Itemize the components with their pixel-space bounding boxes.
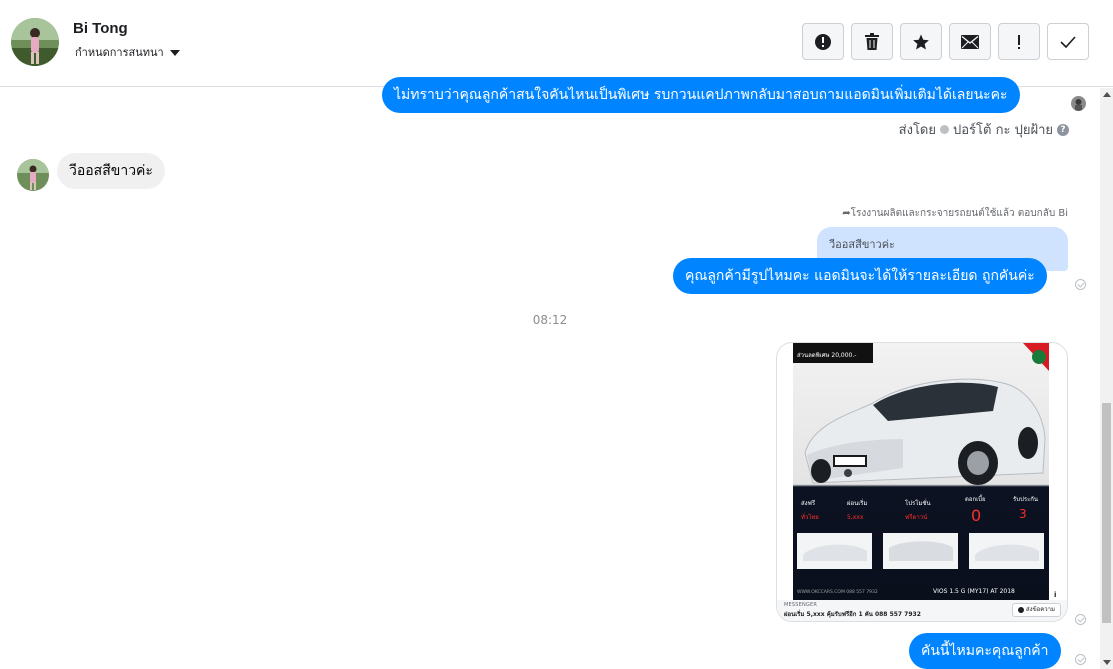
help-icon[interactable]: ? — [1057, 123, 1069, 136]
svg-text:ผ่อนเริ่ม: ผ่อนเริ่ม — [847, 499, 867, 507]
messenger-icon — [1017, 606, 1024, 613]
svg-text:โปรโมชั่น: โปรโมชั่น — [905, 499, 931, 507]
seen-avatar — [1071, 96, 1086, 111]
ad-info-icon[interactable]: i — [1054, 591, 1062, 599]
incoming-message[interactable]: วีออสสีขาวค่ะ — [57, 153, 165, 189]
scrollbar-thumb[interactable] — [1102, 403, 1111, 623]
scroll-down-icon[interactable] — [1103, 660, 1111, 665]
ad-price-tag: ส่วนลดพิเศษ 20,000.- — [797, 352, 856, 359]
delivered-icon — [1075, 654, 1086, 665]
reply-note: ➦โรงงานผลิตและกระจายรถยนต์ใช้แล้ว ตอบกลั… — [842, 208, 1068, 219]
shared-ad-card[interactable]: ส่วนลดพิเศษ 20,000.- ส่งฟรีทั่วไทย ผ่อนเ… — [776, 342, 1068, 622]
timestamp: 08:12 — [532, 313, 568, 327]
outgoing-message[interactable]: ไม่ทราบว่าคุณลูกค้าสนใจคันไหนเป็นพิเศษ ร… — [382, 77, 1020, 113]
sent-by-info: ส่งโดย ปอร์โต้ กะ ปุยฝ้าย ? — [899, 119, 1069, 140]
assign-label: กำหนดการสนทนา — [75, 46, 164, 59]
svg-text:5,xxx: 5,xxx — [847, 514, 864, 521]
svg-text:ส่งฟรี: ส่งฟรี — [801, 499, 816, 507]
contact-avatar[interactable] — [11, 18, 59, 66]
spam-button[interactable] — [802, 23, 844, 60]
envelope-icon — [961, 34, 979, 49]
sent-by-label: ส่งโดย — [898, 123, 936, 138]
outgoing-message[interactable]: คุณลูกค้ามีรูปไหมคะ แอดมินจะได้ให้รายละเ… — [673, 258, 1047, 294]
contact-avatar-small[interactable] — [17, 159, 49, 191]
alert-circle-icon — [815, 33, 831, 50]
verified-icon — [940, 125, 949, 134]
conversation-toolbar — [802, 23, 1089, 60]
sent-by-name[interactable]: ปอร์โต้ กะ ปุยฝ้าย — [953, 119, 1053, 140]
ad-model: VIOS 1.5 G (MY17) AT 2018 — [933, 588, 1015, 595]
contact-name[interactable]: Bi Tong — [73, 20, 128, 37]
car-ad-image: ส่วนลดพิเศษ 20,000.- ส่งฟรีทั่วไทย ผ่อนเ… — [793, 343, 1049, 600]
trash-icon — [865, 32, 879, 50]
outgoing-message[interactable]: คันนี้ไหมคะคุณลูกค้า — [909, 633, 1061, 669]
ad-footer: WWW.OKCCARS.COM 088 557 7932 — [797, 589, 878, 595]
svg-text:0: 0 — [971, 506, 981, 525]
message-scrollbar[interactable] — [1100, 88, 1113, 669]
star-button[interactable] — [900, 23, 942, 60]
exclamation-icon — [1018, 34, 1020, 49]
card-footer: MESSENGER ผ่อนเริ่ม 5,xxx คุ้มรับฟรีอีก … — [777, 600, 1067, 621]
mark-done-button[interactable] — [1047, 23, 1089, 60]
scroll-up-icon[interactable] — [1103, 92, 1111, 97]
svg-text:ทั่วไทย: ทั่วไทย — [801, 513, 819, 521]
delivered-icon — [1075, 279, 1086, 290]
reply-arrow-icon: ➦ — [842, 208, 851, 219]
delete-button[interactable] — [851, 23, 893, 60]
card-source: MESSENGER — [784, 602, 818, 608]
delivered-icon — [1075, 614, 1086, 625]
mark-unread-button[interactable] — [949, 23, 991, 60]
svg-text:รับประกัน: รับประกัน — [1013, 496, 1038, 503]
assign-conversation-dropdown[interactable]: กำหนดการสนทนา — [75, 43, 180, 61]
important-button[interactable] — [998, 23, 1040, 60]
star-icon — [913, 34, 929, 49]
svg-text:3: 3 — [1019, 507, 1027, 521]
conversation-header: Bi Tong กำหนดการสนทนา — [0, 0, 1113, 87]
svg-text:ฟรีดาวน์: ฟรีดาวน์ — [905, 513, 927, 521]
caret-down-icon — [169, 50, 180, 56]
send-message-button[interactable]: ส่งข้อความ — [1011, 603, 1061, 617]
card-title[interactable]: ผ่อนเริ่ม 5,xxx คุ้มรับฟรีอีก 1 คัน 088 … — [784, 609, 921, 619]
checkmark-icon — [1060, 35, 1076, 48]
